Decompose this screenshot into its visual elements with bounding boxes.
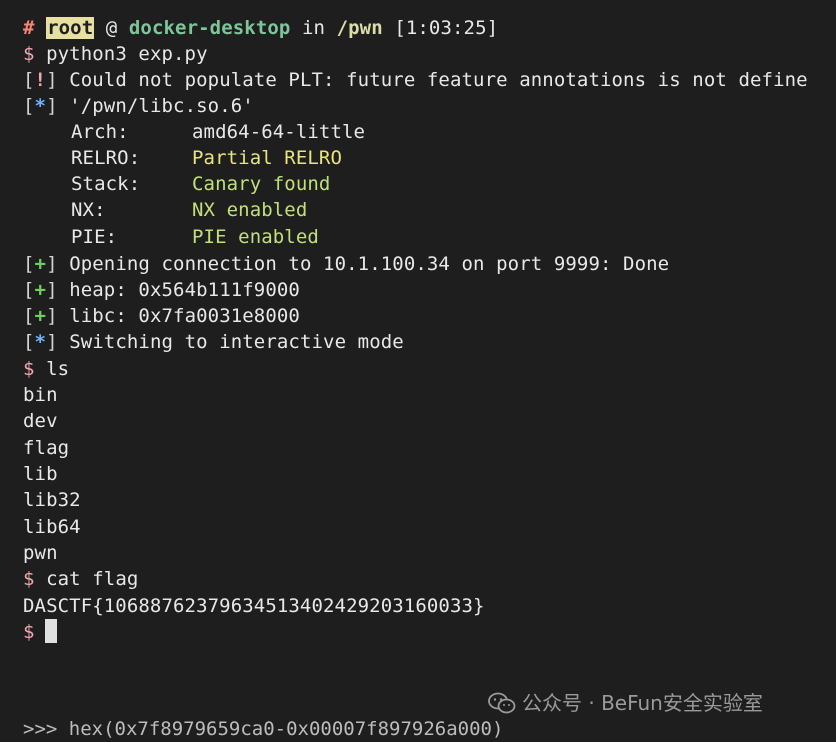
prompt-symbol: $ (23, 621, 35, 643)
status-line: [+] Opening connection to 10.1.100.34 on… (23, 253, 670, 275)
warning-text: Could not populate PLT: future feature a… (69, 69, 808, 91)
prompt-hash: # (23, 17, 35, 39)
checksec-key: PIE: (71, 226, 118, 248)
checksec-value: NX enabled (192, 199, 308, 221)
ls-entry: dev (23, 410, 58, 432)
checksec-key: NX: (71, 199, 106, 221)
text-cursor[interactable] (44, 619, 57, 643)
checksec-value: PIE enabled (192, 226, 319, 248)
libc-path: '/pwn/libc.so.6' (69, 95, 254, 117)
command-line: $ python3 exp.py (23, 41, 208, 67)
watermark: 公众号 · BeFun安全实验室 (488, 690, 763, 716)
connection-text: Opening connection to 10.1.100.34 on por… (69, 253, 670, 275)
prompt-dir: /pwn (336, 17, 383, 39)
checksec-row: Stack: Canary found (71, 171, 330, 197)
prompt-symbol: $ (23, 358, 35, 380)
checksec-row: Arch: amd64-64-little (71, 119, 365, 145)
checksec-row: NX: NX enabled (71, 197, 307, 223)
cutoff-line: >>> hex(0x7f8979659ca0-0x00007f897926a00… (23, 718, 504, 740)
prompt-symbol: $ (23, 568, 35, 590)
status-line: [+] libc: 0x7fa0031e8000 (23, 305, 300, 327)
ls-entry: pwn (23, 542, 58, 564)
status-line: [+] heap: 0x564b111f9000 (23, 279, 300, 301)
info-line: [*] Switching to interactive mode (23, 331, 404, 353)
checksec-value: Canary found (192, 173, 331, 195)
checksec-key: RELRO: (71, 147, 141, 169)
warning-tag: ! (34, 69, 47, 91)
info-tag: * (34, 331, 47, 353)
prompt-in: in (301, 17, 326, 39)
success-tag: + (34, 305, 47, 327)
checksec-row: PIE: PIE enabled (71, 224, 319, 250)
interactive-text: Switching to interactive mode (69, 331, 404, 353)
command-text: python3 exp.py (46, 43, 208, 65)
flag-output: DASCTF{10688762379634513402429203160033} (23, 595, 485, 617)
prompt-user: root (46, 17, 95, 39)
checksec-key: Arch: (71, 121, 129, 143)
prompt-header: # root @ docker-desktop in /pwn [1:03:25… (23, 15, 498, 41)
prompt-symbol: $ (23, 43, 35, 65)
libc-base-text: libc: 0x7fa0031e8000 (69, 305, 300, 327)
checksec-value: amd64-64-little (192, 121, 366, 143)
prompt-at: @ (105, 17, 118, 39)
success-tag: + (34, 253, 47, 275)
warning-line: [!] Could not populate PLT: future featu… (23, 69, 808, 91)
ls-entry: bin (23, 384, 58, 406)
info-line: [*] '/pwn/libc.so.6' (23, 95, 254, 117)
prompt-time: [1:03:25] (394, 17, 499, 39)
terminal-window[interactable]: # root @ docker-desktop in /pwn [1:03:25… (0, 0, 836, 740)
checksec-row: RELRO: Partial RELRO (71, 145, 342, 171)
ls-entry: flag (23, 437, 70, 459)
input-prompt[interactable]: $ (23, 619, 57, 645)
wechat-icon (488, 692, 516, 714)
checksec-key: Stack: (71, 173, 141, 195)
ls-entry: lib (23, 463, 58, 485)
command-line: $ ls (23, 356, 69, 382)
success-tag: + (34, 279, 47, 301)
command-line: $ cat flag (23, 566, 138, 592)
ls-entry: lib32 (23, 489, 81, 511)
prompt-host: docker-desktop (128, 17, 291, 39)
heap-text: heap: 0x564b111f9000 (69, 279, 300, 301)
watermark-text: 公众号 · BeFun安全实验室 (522, 691, 763, 715)
command-text: ls (46, 358, 70, 380)
checksec-value: Partial RELRO (192, 147, 343, 169)
info-tag: * (34, 95, 47, 117)
command-text: cat flag (46, 568, 139, 590)
ls-entry: lib64 (23, 516, 81, 538)
